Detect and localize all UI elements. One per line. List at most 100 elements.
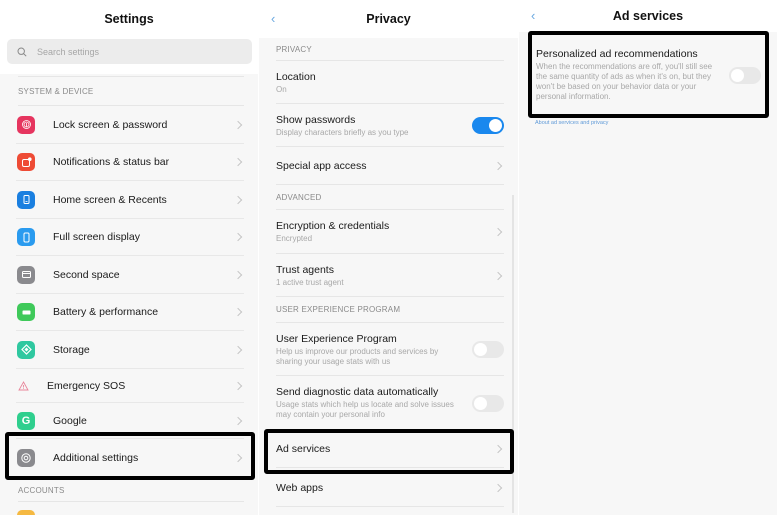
privacy-item-trust-agents[interactable]: Trust agents 1 active trust agent bbox=[259, 254, 518, 297]
personalized-ads-toggle[interactable] bbox=[729, 66, 761, 84]
settings-item-label: Battery & performance bbox=[53, 306, 159, 319]
item-sub: Usage stats which help us locate and sol… bbox=[276, 400, 454, 419]
notification-icon bbox=[17, 153, 35, 172]
settings-item-label: Additional settings bbox=[53, 451, 139, 464]
chevron-right-icon bbox=[233, 345, 243, 354]
diagnostic-toggle[interactable] bbox=[472, 394, 504, 412]
item-sub: Encrypted bbox=[276, 234, 313, 243]
item-sub: When the recommendations are off, you'll… bbox=[536, 62, 713, 101]
item-label: Location bbox=[276, 70, 316, 83]
toggle-knob bbox=[474, 343, 487, 356]
toggle-knob bbox=[489, 119, 502, 132]
item-label: Show passwords bbox=[276, 113, 356, 126]
settings-item-label: Google bbox=[53, 414, 87, 427]
settings-item-label: Full screen display bbox=[53, 231, 140, 244]
second-space-icon bbox=[17, 265, 35, 284]
item-label: Send diagnostic data automatically bbox=[276, 386, 439, 398]
item-sub: 1 active trust agent bbox=[276, 277, 344, 287]
chevron-right-icon bbox=[493, 161, 503, 171]
settings-item-lock-screen[interactable]: Lock screen & password bbox=[0, 106, 258, 144]
item-label: Web apps bbox=[276, 481, 324, 494]
privacy-header: ‹ Privacy bbox=[259, 0, 518, 38]
settings-item-label: Home screen & Recents bbox=[53, 193, 167, 206]
item-label: Special app access bbox=[276, 160, 367, 172]
chevron-right-icon bbox=[493, 271, 503, 280]
chevron-right-icon bbox=[493, 444, 503, 454]
gear-icon bbox=[17, 448, 35, 467]
settings-item-label: Notifications & status bar bbox=[53, 156, 170, 169]
settings-item-google[interactable]: G Google bbox=[0, 403, 258, 439]
chevron-right-icon bbox=[233, 195, 243, 204]
privacy-item-encryption[interactable]: Encryption & credentials Encrypted bbox=[259, 210, 518, 254]
settings-item-notifications[interactable]: Notifications & status bar bbox=[0, 144, 258, 182]
chevron-right-icon bbox=[233, 416, 243, 425]
back-icon[interactable]: ‹ bbox=[531, 8, 535, 23]
chevron-right-icon bbox=[233, 270, 243, 279]
scrollbar[interactable] bbox=[512, 195, 514, 513]
section-header-privacy: PRIVACY bbox=[276, 44, 312, 54]
chevron-right-icon bbox=[233, 120, 243, 129]
back-icon[interactable]: ‹ bbox=[271, 11, 275, 26]
google-icon: G bbox=[17, 411, 35, 430]
chevron-right-icon bbox=[233, 233, 243, 242]
settings-item-battery[interactable]: Battery & performance bbox=[0, 294, 258, 332]
item-label: Personalized ad recommendations bbox=[536, 48, 698, 60]
item-label: Encryption & credentials bbox=[276, 220, 390, 232]
page-title: Ad services bbox=[612, 9, 684, 23]
settings-item-home-screen[interactable]: Home screen & Recents bbox=[0, 181, 258, 219]
ad-services-header: ‹ Ad services bbox=[519, 0, 777, 32]
uep-toggle[interactable] bbox=[472, 341, 504, 358]
settings-item-label: Second space bbox=[53, 268, 120, 281]
chevron-right-icon bbox=[233, 308, 243, 317]
settings-item-second-space[interactable]: Second space bbox=[0, 256, 258, 294]
settings-panel: Settings Search settings SYSTEM & DEVICE… bbox=[0, 0, 258, 515]
settings-item-label: Emergency SOS bbox=[47, 379, 126, 392]
search-icon bbox=[17, 46, 27, 57]
chevron-right-icon bbox=[233, 381, 243, 390]
ad-services-panel: ‹ Ad services Personalized ad recommenda… bbox=[519, 0, 777, 515]
settings-item-additional-settings[interactable]: Additional settings bbox=[0, 439, 258, 477]
privacy-panel: ‹ Privacy PRIVACY Location On Show passw… bbox=[259, 0, 518, 515]
search-placeholder: Search settings bbox=[37, 46, 100, 57]
full-screen-icon bbox=[17, 228, 35, 247]
section-header-accounts: ACCOUNTS bbox=[18, 486, 65, 495]
accounts-item-icon bbox=[17, 509, 35, 515]
section-header-system: SYSTEM & DEVICE bbox=[18, 86, 94, 96]
section-header-advanced: ADVANCED bbox=[276, 192, 322, 202]
settings-item-label: Lock screen & password bbox=[53, 118, 168, 131]
item-sub: On bbox=[276, 84, 287, 94]
item-sub: Help us improve our products and service… bbox=[276, 346, 439, 366]
section-header-uep: USER EXPERIENCE PROGRAM bbox=[276, 305, 401, 314]
personalized-ads-card[interactable]: Personalized ad recommendations When the… bbox=[519, 32, 777, 102]
chevron-right-icon bbox=[493, 227, 503, 237]
settings-item-emergency-sos[interactable]: Emergency SOS bbox=[0, 369, 258, 403]
privacy-item-diagnostic[interactable]: Send diagnostic data automatically Usage… bbox=[259, 376, 518, 430]
toggle-knob bbox=[731, 68, 744, 82]
chevron-right-icon bbox=[493, 483, 503, 492]
item-label: User Experience Program bbox=[276, 332, 397, 345]
page-title: Privacy bbox=[366, 12, 411, 26]
privacy-item-show-passwords[interactable]: Show passwords Display characters briefl… bbox=[259, 104, 518, 147]
privacy-item-special-app-access[interactable]: Special app access bbox=[259, 147, 518, 185]
show-passwords-toggle[interactable] bbox=[472, 117, 504, 134]
chevron-right-icon bbox=[233, 158, 243, 167]
settings-item-full-screen[interactable]: Full screen display bbox=[0, 219, 258, 257]
item-sub: Display characters briefly as you type bbox=[276, 127, 409, 137]
privacy-item-ad-services[interactable]: Ad services bbox=[259, 430, 518, 468]
page-title: Settings bbox=[104, 12, 154, 26]
privacy-item-location[interactable]: Location On bbox=[259, 61, 518, 104]
toggle-knob bbox=[474, 396, 487, 410]
home-screen-icon bbox=[17, 190, 35, 209]
warning-icon bbox=[17, 377, 29, 395]
item-label: Ad services bbox=[276, 443, 331, 455]
battery-icon bbox=[17, 303, 35, 322]
search-input[interactable]: Search settings bbox=[7, 39, 252, 64]
about-ad-services-link[interactable]: About ad services and privacy bbox=[519, 102, 777, 126]
privacy-item-uep[interactable]: User Experience Program Help us improve … bbox=[259, 323, 518, 376]
chevron-right-icon bbox=[233, 453, 243, 462]
item-label: Trust agents bbox=[276, 263, 334, 276]
storage-icon bbox=[17, 340, 35, 359]
privacy-item-web-apps[interactable]: Web apps bbox=[259, 468, 518, 507]
fingerprint-icon bbox=[17, 115, 35, 134]
settings-item-storage[interactable]: Storage bbox=[0, 331, 258, 369]
